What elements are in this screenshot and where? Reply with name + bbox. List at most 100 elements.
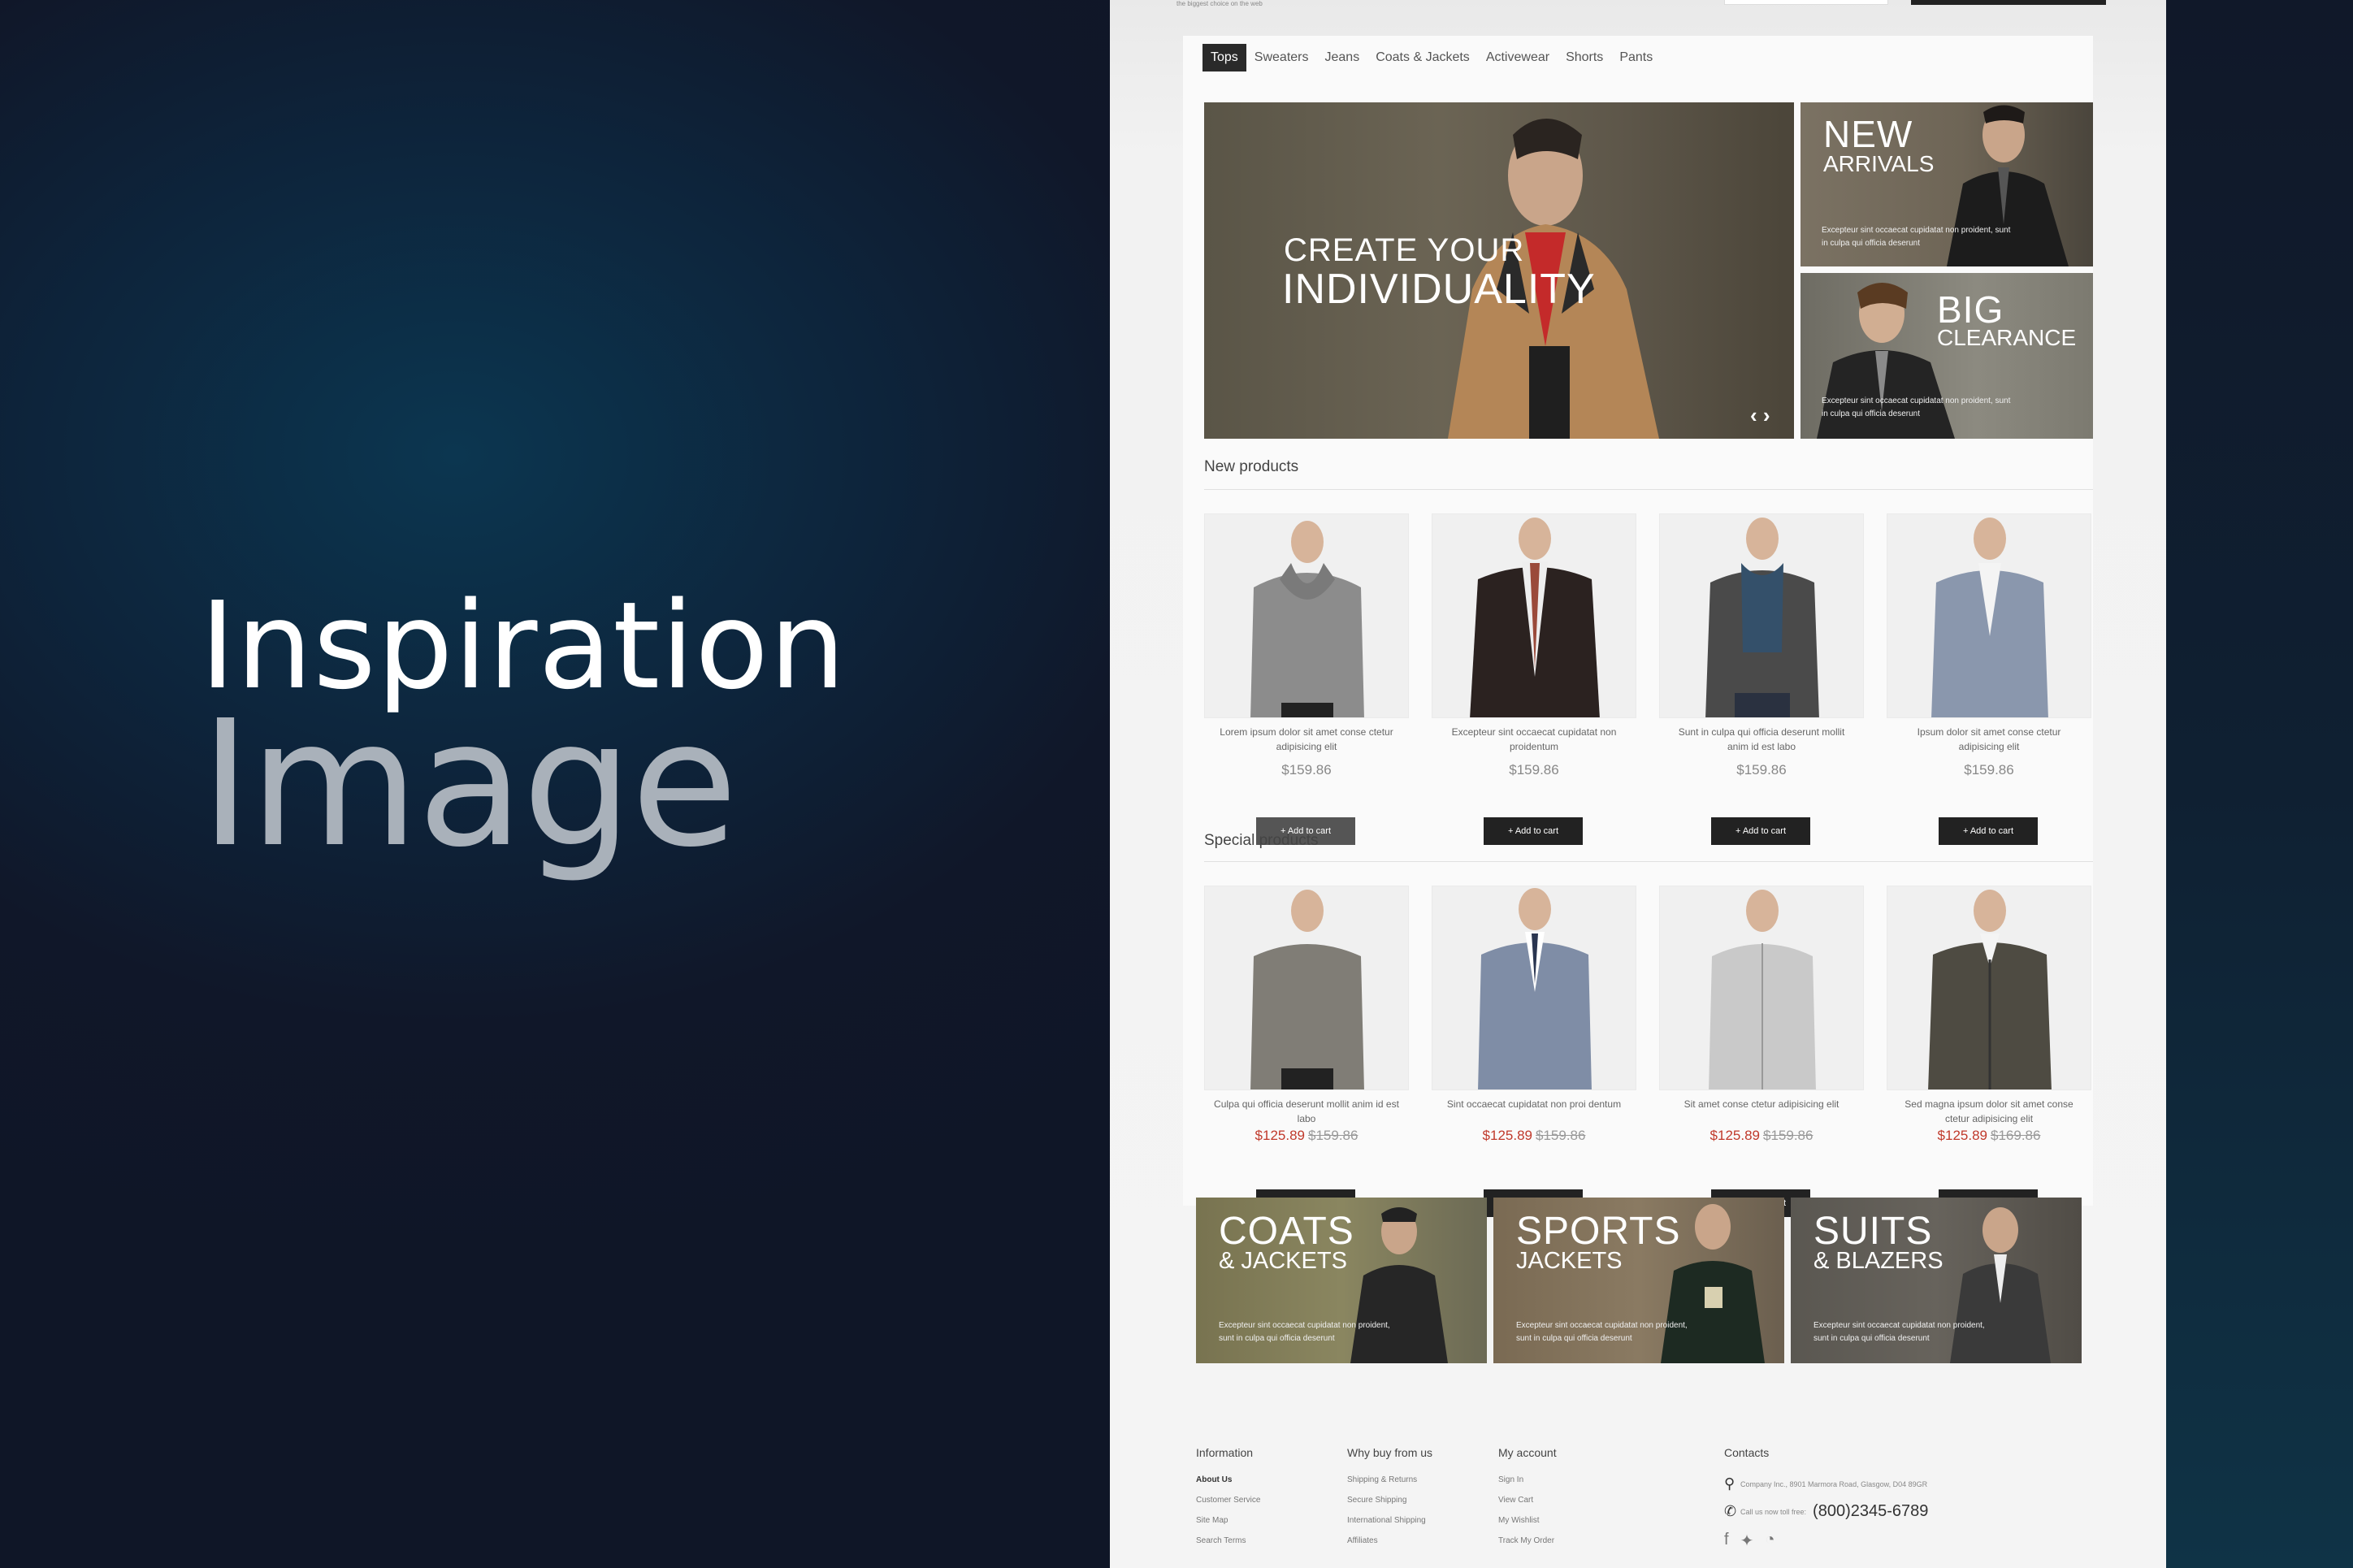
search-input[interactable] <box>1724 0 1888 5</box>
footer-heading: Information <box>1196 1446 1254 1459</box>
sale-price: $125.89 <box>1254 1128 1305 1143</box>
footer-contacts: Contacts ⚲ Company Inc., 8901 Marmora Ro… <box>1724 1446 1928 1551</box>
website-mockup: the biggest choice on the web Tops Sweat… <box>1110 0 2166 1568</box>
product-description: Culpa qui officia deserunt mollit anim i… <box>1214 1098 1399 1124</box>
footer-link-sign-in[interactable]: Sign In <box>1498 1475 1557 1484</box>
main-container: Tops Sweaters Jeans Coats & Jackets Acti… <box>1183 36 2093 1217</box>
footer-link-wishlist[interactable]: My Wishlist <box>1498 1516 1557 1525</box>
product-image[interactable] <box>1204 513 1409 718</box>
new-banner-text: Excepteur sint occaecat cupidatat non pr… <box>1822 226 2011 248</box>
address-text: Company Inc., 8901 Marmora Road, Glasgow… <box>1740 1479 1928 1488</box>
nav-item-tops[interactable]: Tops <box>1202 44 1246 71</box>
product-image[interactable] <box>1432 513 1636 718</box>
category-subtitle: & BLAZERS <box>1814 1248 1944 1274</box>
new-banner-title-1: NEW <box>1823 113 1913 155</box>
top-nav: Tops Sweaters Jeans Coats & Jackets Acti… <box>1202 44 1661 71</box>
footer-my-account: My account Sign In View Cart My Wishlist… <box>1498 1446 1557 1557</box>
banner-title-line-2: INDIVIDUALITY <box>1282 266 1596 313</box>
hero-text: Inspiration Image <box>200 585 847 886</box>
footer-heading: Contacts <box>1724 1446 1770 1459</box>
site-tagline: the biggest choice on the web <box>1176 0 1263 7</box>
nav-item-activewear[interactable]: Activewear <box>1478 44 1558 71</box>
footer-link-shipping-returns[interactable]: Shipping & Returns <box>1347 1475 1432 1484</box>
product-description: Excepteur sint occaecat cupidatat non pr… <box>1451 726 1617 752</box>
old-price: $159.86 <box>1308 1128 1358 1143</box>
big-banner-title-2: CLEARANCE <box>1937 325 2077 350</box>
product-price: $159.86 <box>1509 762 1559 778</box>
search-button[interactable] <box>1911 0 2106 5</box>
special-products-title: Special products <box>1204 832 1319 849</box>
call-label: Call us now toll free: <box>1740 1507 1807 1516</box>
product-price: $159.86 <box>1964 762 2014 778</box>
footer-heading: Why buy from us <box>1347 1446 1433 1459</box>
product-price: $159.86 <box>1736 762 1787 778</box>
category-subtitle: & JACKETS <box>1219 1248 1347 1274</box>
product-price: $125.89 $159.86 <box>1204 1128 1409 1144</box>
product-price: $125.89 $159.86 <box>1432 1128 1636 1144</box>
product-description: Sed magna ipsum dolor sit amet conse cte… <box>1904 1098 2074 1124</box>
category-banner-sports[interactable]: SPORTS JACKETS Excepteur sint occaecat c… <box>1493 1198 1784 1363</box>
footer-link-view-cart[interactable]: View Cart <box>1498 1496 1557 1505</box>
footer-link-about[interactable]: About Us <box>1196 1475 1260 1484</box>
category-text: Excepteur sint occaecat cupidatat non pr… <box>1516 1321 1688 1343</box>
product-price: $125.89 $159.86 <box>1659 1128 1864 1144</box>
slider-arrows-icon[interactable]: ‹ › <box>1750 403 1770 428</box>
footer-link-secure-shipping[interactable]: Secure Shipping <box>1347 1496 1432 1505</box>
footer-why-buy: Why buy from us Shipping & Returns Secur… <box>1347 1446 1432 1557</box>
old-price: $169.86 <box>1991 1128 2041 1143</box>
footer-link-site-map[interactable]: Site Map <box>1196 1516 1260 1525</box>
nav-item-shorts[interactable]: Shorts <box>1558 44 1611 71</box>
main-slider-banner[interactable]: CREATE YOUR INDIVIDUALITY ‹ › <box>1204 102 1794 439</box>
footer-link-track-order[interactable]: Track My Order <box>1498 1536 1557 1545</box>
product-image[interactable] <box>1204 886 1409 1090</box>
category-title: SUITS <box>1814 1210 1933 1253</box>
new-banner-title-2: ARRIVALS <box>1823 151 1935 176</box>
contact-phone: ✆ Call us now toll free: (800)2345-6789 <box>1724 1502 1928 1521</box>
background-glow <box>2166 0 2353 1568</box>
footer-link-affiliates[interactable]: Affiliates <box>1347 1536 1432 1545</box>
product-price: $125.89 $169.86 <box>1887 1128 2091 1144</box>
product-image[interactable] <box>1887 886 2091 1090</box>
add-to-cart-button[interactable]: + Add to cart <box>1711 817 1810 845</box>
twitter-icon[interactable]: ✦ <box>1740 1531 1754 1551</box>
product-description: Lorem ipsum dolor sit amet conse ctetur … <box>1220 726 1393 752</box>
product-image[interactable] <box>1659 886 1864 1090</box>
add-to-cart-button[interactable]: + Add to cart <box>1484 817 1583 845</box>
rss-icon[interactable]: ◔ <box>1765 1531 1774 1551</box>
sale-price: $125.89 <box>1937 1128 1987 1143</box>
category-banner-suits[interactable]: SUITS & BLAZERS Excepteur sint occaecat … <box>1791 1198 2082 1363</box>
product-description: Sint occaecat cupidatat non proi dentum <box>1446 1098 1622 1110</box>
product-image[interactable] <box>1887 513 2091 718</box>
banner-title-line-1: CREATE YOUR <box>1284 232 1525 268</box>
footer-link-international[interactable]: International Shipping <box>1347 1516 1432 1525</box>
product-price: $159.86 <box>1281 762 1332 778</box>
phone-number[interactable]: (800)2345-6789 <box>1813 1502 1928 1521</box>
product-image[interactable] <box>1432 886 1636 1090</box>
section-divider <box>1204 861 2093 862</box>
hero-line-2: Image <box>200 683 738 886</box>
category-title: COATS <box>1219 1210 1354 1253</box>
facebook-icon[interactable]: f <box>1724 1531 1729 1551</box>
sale-price: $125.89 <box>1482 1128 1532 1143</box>
old-price: $159.86 <box>1763 1128 1814 1143</box>
footer-heading: My account <box>1498 1446 1557 1459</box>
product-description: Sunt in culpa qui officia deserunt molli… <box>1678 726 1845 752</box>
nav-item-jeans[interactable]: Jeans <box>1317 44 1368 71</box>
footer-link-search-terms[interactable]: Search Terms <box>1196 1536 1260 1545</box>
nav-item-pants[interactable]: Pants <box>1611 44 1661 71</box>
category-text: Excepteur sint occaecat cupidatat non pr… <box>1219 1321 1390 1343</box>
nav-item-coats-jackets[interactable]: Coats & Jackets <box>1367 44 1478 71</box>
footer-link-customer-service[interactable]: Customer Service <box>1196 1496 1260 1505</box>
category-banner-coats[interactable]: COATS & JACKETS Excepteur sint occaecat … <box>1196 1198 1487 1363</box>
sale-price: $125.89 <box>1710 1128 1760 1143</box>
add-to-cart-button[interactable]: + Add to cart <box>1939 817 2038 845</box>
category-text: Excepteur sint occaecat cupidatat non pr… <box>1814 1321 1985 1343</box>
nav-item-sweaters[interactable]: Sweaters <box>1246 44 1317 71</box>
new-products-title: New products <box>1204 458 1299 475</box>
map-pin-icon: ⚲ <box>1724 1475 1736 1492</box>
product-image[interactable] <box>1659 513 1864 718</box>
new-arrivals-banner[interactable]: NEW ARRIVALS Excepteur sint occaecat cup… <box>1800 102 2093 266</box>
footer-information: Information About Us Customer Service Si… <box>1196 1446 1260 1557</box>
category-subtitle: JACKETS <box>1516 1248 1623 1274</box>
big-clearance-banner[interactable]: BIG CLEARANCE Excepteur sint occaecat cu… <box>1800 273 2093 439</box>
